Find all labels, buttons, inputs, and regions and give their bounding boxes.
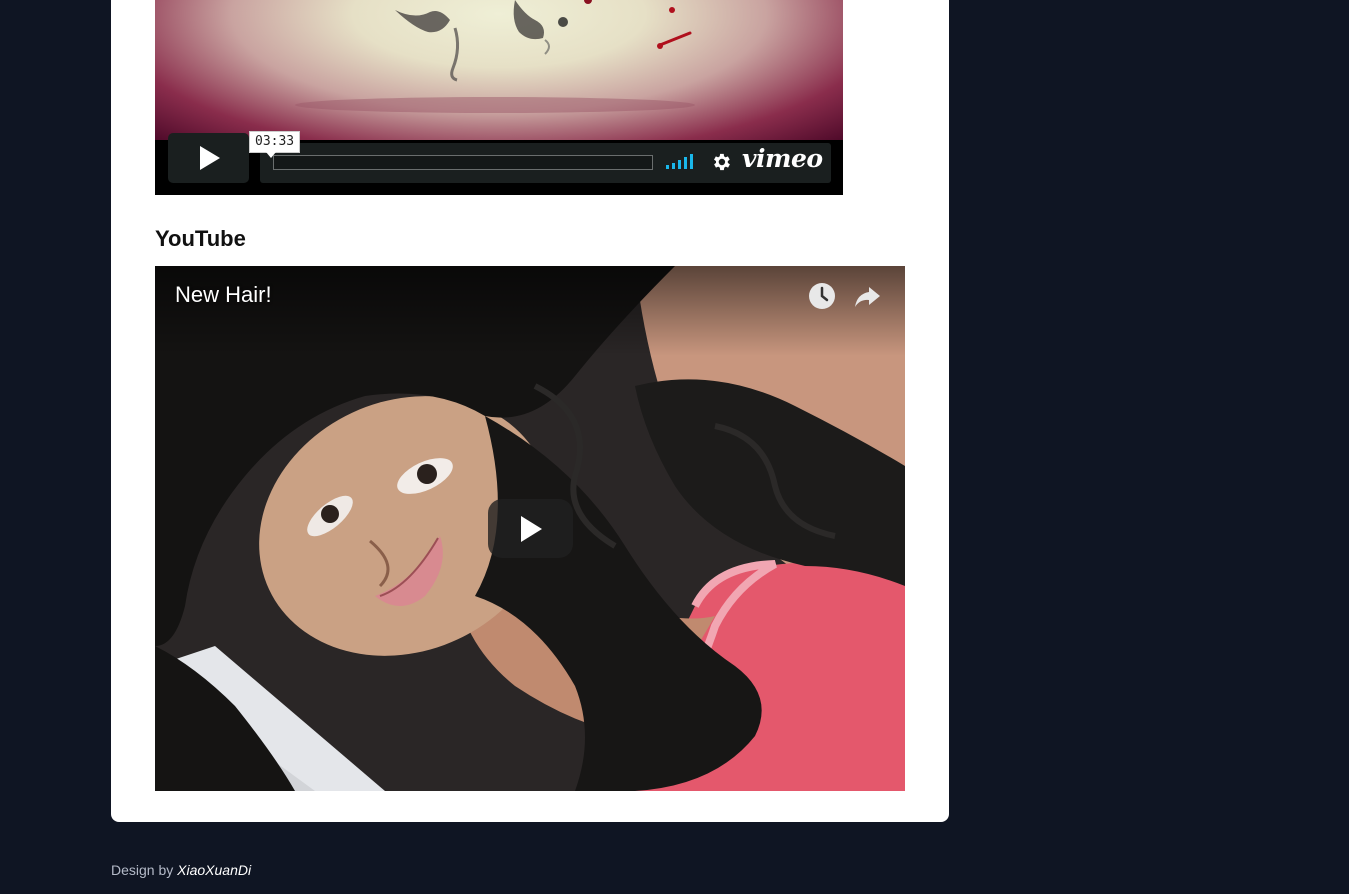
share-icon[interactable] [852, 282, 882, 312]
youtube-video-title[interactable]: New Hair! [175, 282, 272, 308]
gear-icon[interactable] [710, 151, 732, 173]
footer-author-link[interactable]: XiaoXuanDi [177, 862, 251, 878]
youtube-title-gradient [155, 266, 905, 356]
vimeo-video-thumbnail [295, 0, 695, 113]
youtube-player[interactable]: New Hair! [155, 266, 905, 791]
footer-prefix: Design by [111, 862, 178, 878]
footer-credit: Design by XiaoXuanDi [111, 862, 251, 878]
vimeo-video-frame[interactable] [155, 0, 843, 140]
vimeo-play-button[interactable] [168, 133, 249, 183]
vimeo-player[interactable]: vimeo [155, 0, 843, 195]
play-icon [520, 515, 542, 542]
volume-icon[interactable] [666, 153, 698, 171]
youtube-section-heading: YouTube [155, 226, 246, 251]
vimeo-control-bar: vimeo [260, 143, 831, 183]
vimeo-logo[interactable]: vimeo [742, 144, 823, 173]
vimeo-time-tooltip: 03:33 [249, 131, 301, 158]
vimeo-progress-bar[interactable] [273, 155, 653, 170]
youtube-play-button[interactable] [488, 499, 573, 558]
play-icon [199, 146, 220, 170]
watch-later-icon[interactable] [807, 281, 837, 311]
